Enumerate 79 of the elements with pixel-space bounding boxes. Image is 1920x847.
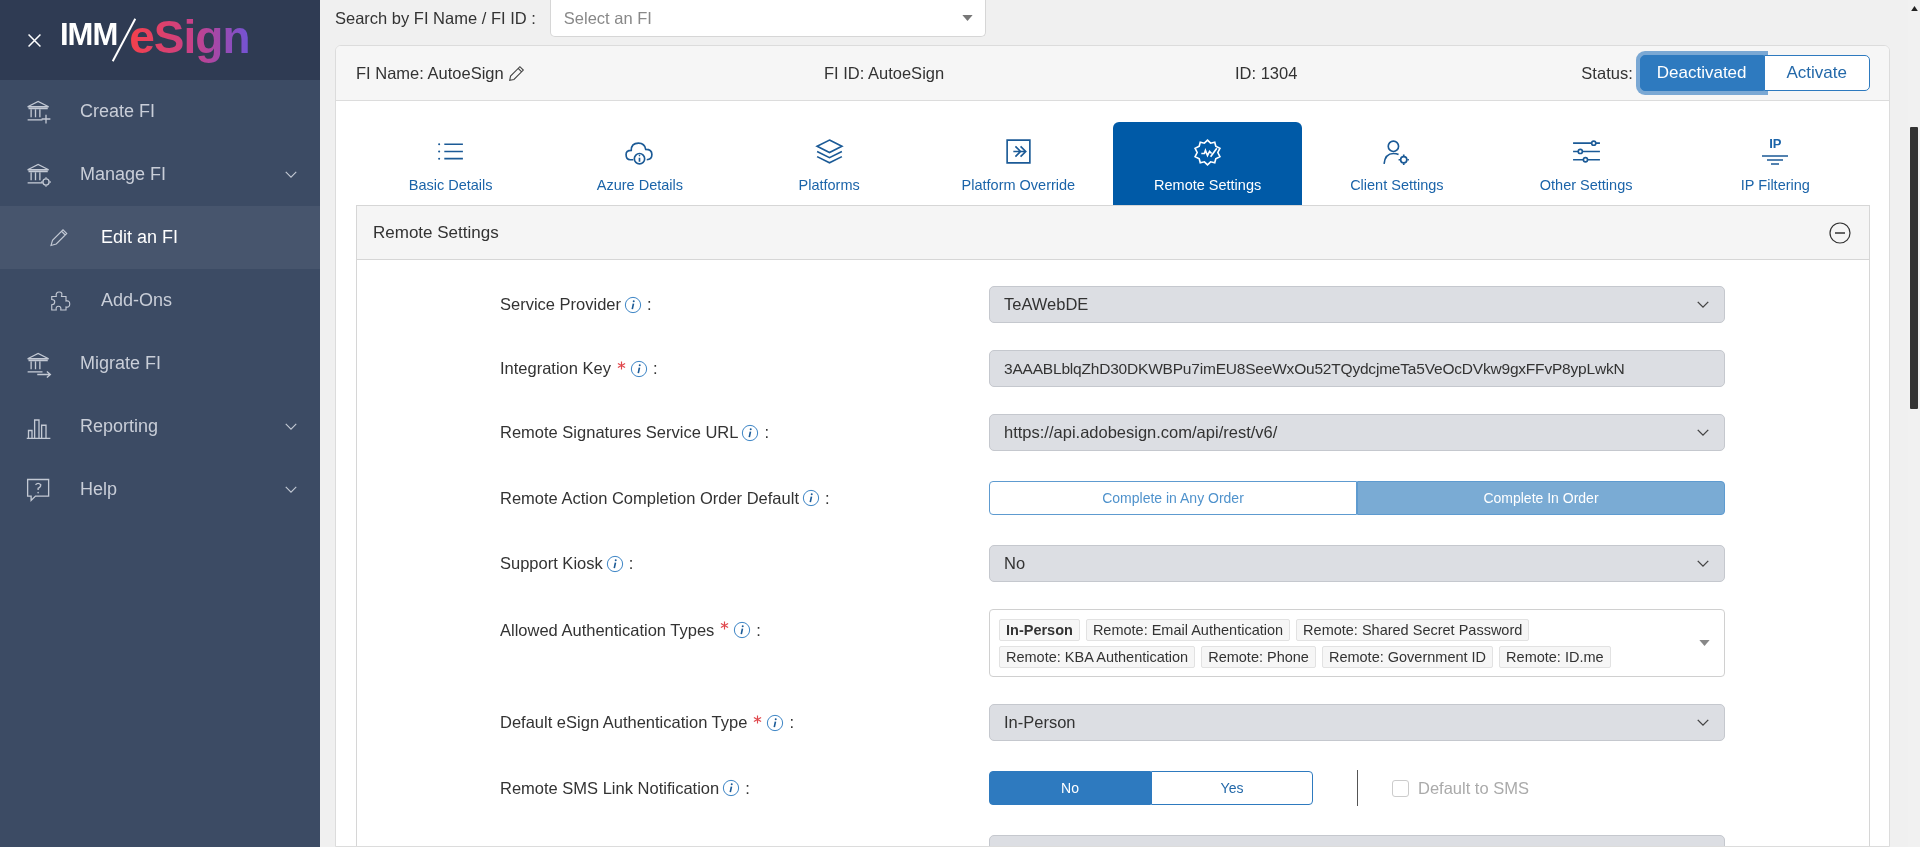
chevron-down-icon [284,485,298,494]
info-icon[interactable] [630,359,648,378]
record-id: ID: 1304 [1235,63,1299,83]
scroll-up-icon[interactable] [1910,6,1918,11]
nav-item[interactable]: Migrate FI [0,332,320,395]
nav-item[interactable]: Help [0,458,320,521]
chevron-down-icon [1696,428,1710,437]
nav-item[interactable]: Edit an FI [0,206,320,269]
field-label: Integration Key [500,359,611,378]
field-label: Remote Action Completion Order Default [500,488,799,508]
fi-id: FI ID: AutoeSign [824,63,946,83]
info-icon[interactable] [766,713,785,732]
panel-title: Remote Settings [373,222,499,243]
tab[interactable]: Other Settings [1491,122,1681,205]
info-icon[interactable] [741,423,760,442]
text-field[interactable]: 3AAABLblqZhD30DKWBPu7imEU8SeeWxOu52TQydcjmeTa5VeOcDVkw9gxFFvP8ypLwkN [989,350,1725,387]
caret-icon [1699,640,1710,646]
toggle-option[interactable]: No [989,771,1151,805]
tag-chip[interactable]: Remote: Shared Secret Password [1296,618,1530,641]
tag-chip[interactable]: Remote: ID.me [1499,645,1611,668]
chevron-down-icon [1696,300,1710,309]
status-label: Status: [1581,63,1633,83]
tag-chip[interactable]: Remote: Email Authentication [1085,618,1291,641]
info-icon[interactable] [802,489,820,507]
select-field[interactable]: No [989,545,1725,582]
info-icon[interactable] [733,621,752,639]
multiselect-field[interactable]: In-Person Remote: Email Authentication Remote: Shared Secret Password Remote: KBA Authentication Remote: Phone Remote: Government ID Remote: ID.me [989,609,1725,677]
info-icon[interactable] [624,295,643,314]
field-label: Service Provider [500,295,622,314]
field-label: Support Kiosk [500,554,603,573]
info-icon[interactable] [605,554,624,573]
search-label: Search by FI Name / FI ID : [335,9,536,28]
chevron-down-icon [1696,559,1710,568]
tab[interactable]: Remote Settings [1113,122,1303,205]
nav-item[interactable]: Create FI [0,80,320,143]
scrollbar-thumb[interactable] [1910,127,1918,409]
field-label: Default eSign Authentication Type [500,713,748,732]
collapse-icon[interactable] [1829,221,1851,244]
select-field[interactable]: TeAWebDE [989,286,1725,323]
tab[interactable]: Basic Details [356,122,546,205]
tab[interactable]: Platform Override [923,122,1113,205]
close-icon[interactable] [26,31,43,49]
tag-chip[interactable]: Remote: Government ID [1321,645,1494,668]
tab[interactable]: Azure Details [545,122,735,205]
chevron-down-icon [1696,718,1710,727]
nav-item[interactable]: Add-Ons [0,269,320,332]
puzzle-icon [48,288,72,313]
select-field[interactable]: https://api.adobesign.com/api/rest/v6/ [989,414,1725,451]
status-toggle[interactable]: Activate [1763,55,1870,91]
field-label: Remote SMS Link Notification [500,778,720,798]
field-label: Remote Signatures Service URL [500,423,739,442]
fi-name: FI Name: AutoeSign [356,63,504,83]
tag-chip[interactable]: Remote: Phone [1201,645,1316,668]
tag-chip[interactable]: Remote: KBA Authentication [999,645,1196,668]
tab[interactable]: Client Settings [1302,122,1492,205]
label-colon: : [628,554,634,573]
toggle-option[interactable]: Yes [1151,771,1313,805]
scrollbar[interactable] [1908,0,1920,847]
field-label: Allowed Authentication Types [500,621,715,640]
label-colon: : [825,488,830,508]
nav-item[interactable]: Manage FI [0,143,320,206]
label-colon: : [756,621,761,640]
label-colon: : [647,295,652,314]
select-field[interactable]: In-Person [989,704,1725,741]
label-colon: : [789,713,794,732]
chevron-down-icon [284,422,298,431]
fi-select[interactable]: Select an FI [549,0,986,37]
gear-pencil-icon [1192,137,1224,168]
chevron-down-icon [284,170,298,179]
info-icon[interactable] [722,779,741,797]
tag-chip[interactable]: In-Person [999,618,1080,641]
pencil-icon[interactable] [507,64,525,82]
label-colon: : [745,778,750,798]
caret-icon [961,15,973,21]
tab[interactable]: Platforms [734,122,924,205]
label-colon: : [653,359,658,378]
label-colon: : [764,423,770,442]
nav-item[interactable]: Reporting [0,395,320,458]
tab[interactable]: IP IP Filtering [1680,122,1870,205]
